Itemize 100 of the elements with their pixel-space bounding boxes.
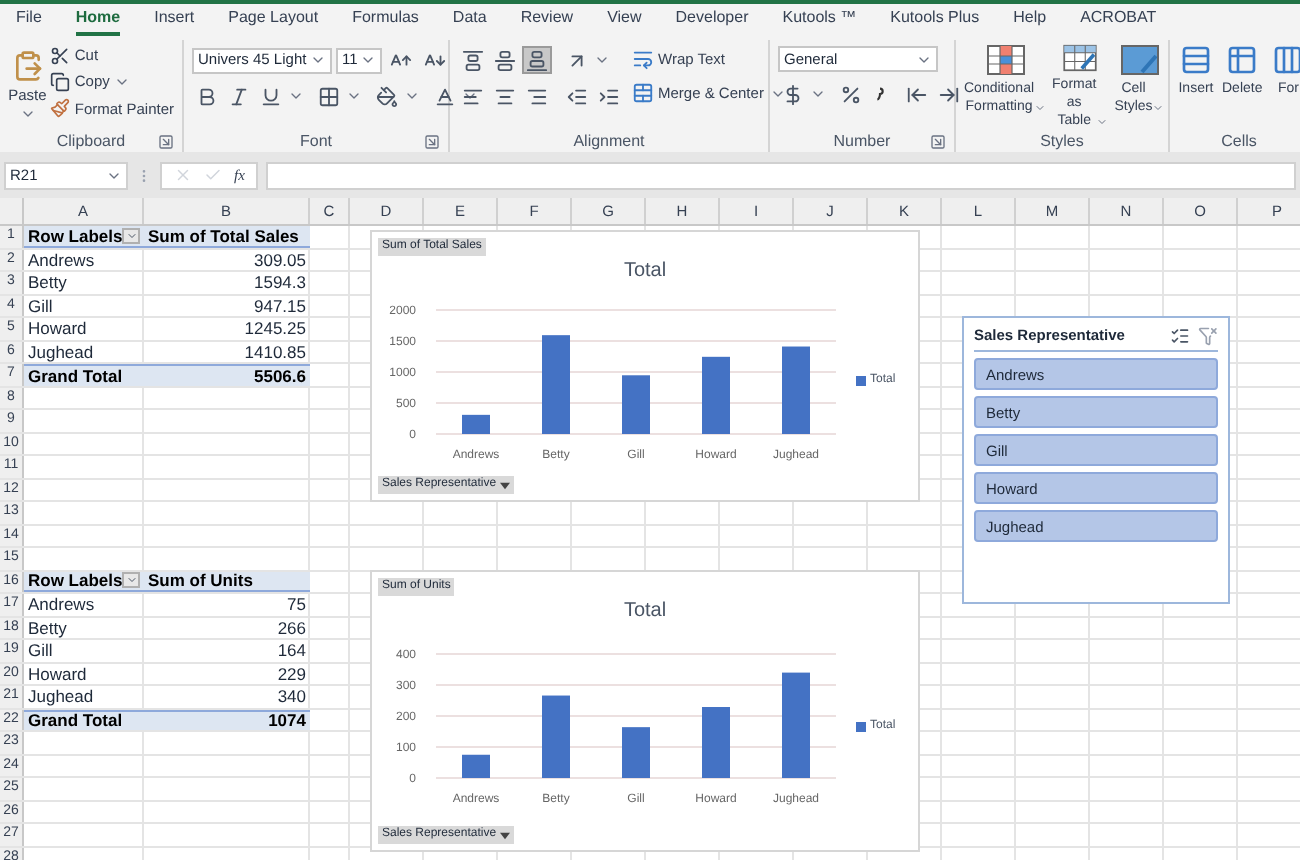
top-align-button[interactable] xyxy=(458,46,488,74)
chart-bar xyxy=(702,707,730,778)
caret-icon xyxy=(810,86,826,102)
delete-cells-icon xyxy=(1224,44,1261,76)
table-cell: 947.15 xyxy=(254,297,306,314)
increase-decimal-icon xyxy=(906,83,928,105)
ribbon-tab[interactable]: Formulas xyxy=(352,6,419,36)
legend-swatch xyxy=(856,721,866,731)
top-align-icon xyxy=(462,49,484,71)
currency-icon xyxy=(782,83,804,105)
table-cell: Gill xyxy=(28,297,53,314)
format-cells-icon xyxy=(1270,44,1300,76)
ribbon-tab[interactable]: Developer xyxy=(675,6,749,36)
caret-icon xyxy=(1034,102,1047,114)
decrease-indent-icon xyxy=(566,85,588,107)
borders-button[interactable] xyxy=(314,82,344,110)
table-cell: Howard xyxy=(28,320,87,337)
ribbon-tab[interactable]: View xyxy=(607,6,642,36)
decrease-font-size-icon xyxy=(424,49,446,71)
ribbon-tab[interactable]: ACROBAT xyxy=(1080,6,1157,36)
font-color-icon xyxy=(434,85,456,107)
scissors-icon xyxy=(50,45,71,66)
ribbon-tab[interactable]: Page Layout xyxy=(228,6,319,36)
increase-indent-icon xyxy=(598,85,620,107)
merge-cells-icon xyxy=(632,82,654,105)
ribbon-tab[interactable]: Review xyxy=(520,6,574,36)
borders-icon xyxy=(318,85,340,107)
table-cell: Row Labels xyxy=(28,227,123,244)
caret-icon xyxy=(404,88,420,104)
group-label: Cells xyxy=(1221,129,1257,152)
caret-icon xyxy=(1096,116,1109,128)
table-cell: 266 xyxy=(277,619,306,636)
chart-bar xyxy=(622,374,650,433)
insert-cells-icon xyxy=(1178,44,1214,76)
table-cell: 1074 xyxy=(268,712,306,729)
chart-bar xyxy=(622,727,650,778)
table-cell: Howard xyxy=(28,665,87,682)
copy-icon xyxy=(50,71,71,92)
middle-align-button[interactable] xyxy=(490,46,520,74)
chart-bar xyxy=(782,672,810,778)
caret-icon xyxy=(125,229,138,242)
italic-icon xyxy=(228,85,250,107)
bottom-align-button[interactable] xyxy=(522,46,552,74)
formula-input[interactable] xyxy=(266,161,1296,189)
table-cell: Jughead xyxy=(28,343,94,360)
dropdown-triangle-icon xyxy=(500,481,511,489)
ribbon-tab[interactable]: Data xyxy=(452,6,487,36)
table-cell: 309.05 xyxy=(254,251,306,268)
dialog-launcher-icon[interactable] xyxy=(158,134,174,150)
multi-select-icon[interactable] xyxy=(1170,325,1190,346)
ribbon-tab[interactable]: File xyxy=(16,6,42,36)
table-cell: 1594.3 xyxy=(254,274,306,291)
caret-icon xyxy=(288,88,304,104)
table-cell: Andrews xyxy=(28,251,95,268)
caret-icon xyxy=(594,52,610,68)
middle-align-icon xyxy=(494,49,516,71)
legend-swatch xyxy=(856,376,866,386)
decrease-decimal-icon xyxy=(938,83,960,105)
cell-styles-icon xyxy=(1119,44,1160,76)
group-label: Font xyxy=(299,129,332,152)
table-cell: 164 xyxy=(277,642,306,659)
table-cell: 340 xyxy=(277,688,306,705)
chart-title: Total xyxy=(623,598,667,626)
chart-bar xyxy=(782,345,810,433)
chart-bar xyxy=(702,355,730,433)
comma-icon xyxy=(876,86,884,102)
fill-color-button[interactable] xyxy=(372,82,402,110)
ribbon-tab[interactable]: Help xyxy=(1013,6,1047,36)
table-cell: 1410.85 xyxy=(244,343,306,360)
clipboard-icon xyxy=(11,48,44,84)
orientation-icon xyxy=(566,49,588,71)
center-icon xyxy=(494,85,516,107)
dropdown-triangle-icon xyxy=(500,831,511,839)
dialog-launcher-icon[interactable] xyxy=(930,134,946,150)
caret-icon xyxy=(346,88,362,104)
clear-filter-icon[interactable] xyxy=(1198,325,1218,346)
group-label: Alignment xyxy=(573,129,645,152)
ribbon-tab[interactable]: Insert xyxy=(154,6,195,36)
table-cell: Sum of Total Sales xyxy=(148,227,299,244)
chart-bar xyxy=(462,413,490,433)
ribbon-tab[interactable]: Kutools ™ xyxy=(782,6,857,36)
chart-title: Total xyxy=(623,258,667,286)
underline-icon xyxy=(260,85,282,107)
table-cell: 229 xyxy=(277,665,306,682)
table-cell: 1245.25 xyxy=(244,320,306,337)
table-cell: 5506.6 xyxy=(254,367,306,384)
table-cell: 75 xyxy=(287,596,306,613)
table-cell: Gill xyxy=(28,642,53,659)
chart-bar xyxy=(542,695,570,778)
fill-color-icon xyxy=(376,85,398,107)
conditional-formatting-icon xyxy=(985,44,1026,76)
dialog-launcher-icon[interactable] xyxy=(424,134,440,150)
table-cell: Jughead xyxy=(28,688,94,705)
chart-bar xyxy=(542,334,570,433)
table-cell: Betty xyxy=(28,619,67,636)
bold-icon xyxy=(196,85,218,107)
ribbon-tab[interactable]: Kutools Plus xyxy=(890,6,980,36)
caret-icon xyxy=(1152,102,1165,114)
format-as-table-icon xyxy=(1060,44,1101,72)
wrap-text-icon xyxy=(632,48,654,71)
